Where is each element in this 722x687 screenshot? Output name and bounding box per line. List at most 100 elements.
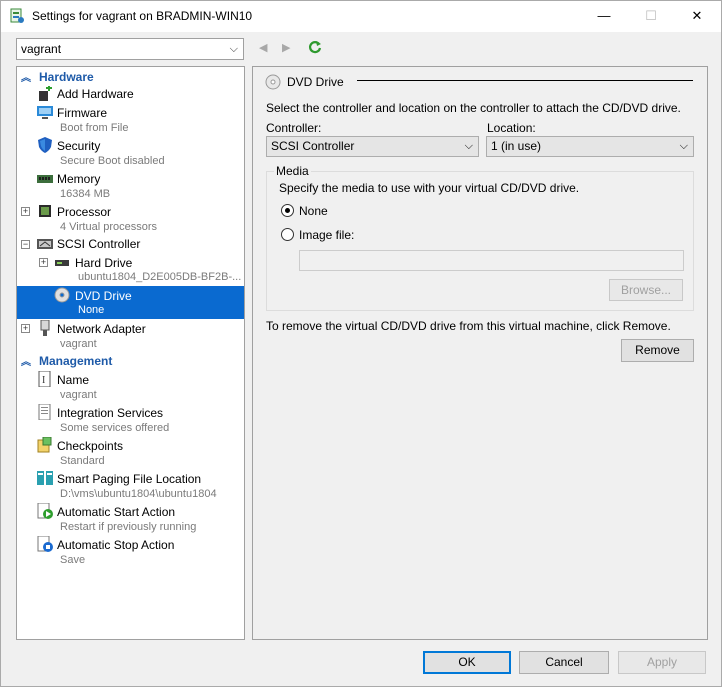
vm-selector-value: vagrant bbox=[21, 42, 62, 56]
add-hardware-icon bbox=[39, 86, 52, 101]
apply-button[interactable]: Apply bbox=[618, 651, 706, 674]
tree-item-label: DVD Drive bbox=[75, 289, 132, 303]
collapse-icon: ︽ bbox=[21, 73, 31, 84]
window-title: Settings for vagrant on BRADMIN-WIN10 bbox=[32, 9, 253, 23]
minimize-button[interactable]: — bbox=[581, 1, 627, 31]
details-panel: DVD Drive Select the controller and loca… bbox=[252, 66, 708, 640]
checkpoints-icon bbox=[37, 437, 52, 453]
tree-item-label: Name bbox=[57, 373, 90, 387]
automatic-start-icon bbox=[37, 503, 53, 519]
tree-item-add-hardware[interactable]: Add Hardware bbox=[17, 85, 244, 103]
tree-item-detail: Boot from File bbox=[60, 122, 129, 134]
chevron-down-icon: ⌵ bbox=[464, 140, 473, 152]
tree-item-label: Hard Drive bbox=[75, 256, 133, 270]
tree-item-smart-paging[interactable]: Smart Paging File Location D:\vms\ubuntu… bbox=[17, 469, 244, 502]
image-file-radio[interactable] bbox=[281, 228, 294, 241]
tree-item-processor[interactable]: + Processor 4 Virtual processors bbox=[17, 202, 244, 235]
tree-item-detail: None bbox=[78, 304, 105, 316]
remove-button[interactable]: Remove bbox=[621, 339, 694, 362]
hard-drive-icon bbox=[55, 260, 69, 266]
chevron-down-icon: ⌵ bbox=[229, 43, 238, 55]
smart-paging-icon bbox=[37, 471, 53, 485]
collapse-icon: ︽ bbox=[21, 357, 31, 368]
tree-item-label: Automatic Start Action bbox=[57, 505, 176, 519]
tree-item-label: Integration Services bbox=[57, 406, 164, 420]
tree-item-label: SCSI Controller bbox=[57, 237, 141, 251]
expand-icon[interactable]: + bbox=[21, 324, 30, 333]
tree-item-firmware[interactable]: Firmware Boot from File bbox=[17, 103, 244, 136]
close-button[interactable]: ✕ bbox=[674, 1, 720, 31]
tree-item-label: Add Hardware bbox=[57, 87, 134, 101]
tree-item-label: Firmware bbox=[57, 106, 107, 120]
tree-item-detail: 16384 MB bbox=[60, 188, 111, 200]
controller-dropdown[interactable]: SCSI Controller ⌵ bbox=[266, 136, 479, 157]
settings-tree: ︽ Hardware Add Hardware Firmware Boot fr… bbox=[16, 66, 245, 640]
hardware-section-header[interactable]: ︽ Hardware bbox=[17, 69, 244, 85]
tree-item-label: Security bbox=[57, 139, 101, 153]
details-title: DVD Drive bbox=[287, 75, 344, 89]
forward-arrow-icon[interactable]: ▶ bbox=[282, 41, 290, 54]
cancel-button[interactable]: Cancel bbox=[519, 651, 609, 674]
settings-window: Settings for vagrant on BRADMIN-WIN10 — … bbox=[0, 0, 722, 687]
ok-button[interactable]: OK bbox=[423, 651, 511, 674]
shield-icon bbox=[38, 137, 52, 153]
tree-item-automatic-stop-action[interactable]: Automatic Stop Action Save bbox=[17, 535, 244, 568]
tree-item-detail: Standard bbox=[60, 455, 105, 467]
management-header-label: Management bbox=[39, 354, 113, 368]
tree-item-detail: Restart if previously running bbox=[60, 521, 197, 533]
title-divider bbox=[357, 80, 693, 81]
browse-button[interactable]: Browse... bbox=[609, 279, 683, 301]
media-instructions-text: Specify the media to use with your virtu… bbox=[279, 181, 580, 195]
title-bar: Settings for vagrant on BRADMIN-WIN10 — … bbox=[1, 1, 721, 32]
location-value: 1 (in use) bbox=[491, 139, 542, 153]
tree-item-label: Checkpoints bbox=[57, 439, 124, 453]
processor-icon bbox=[39, 205, 51, 217]
tree-item-memory[interactable]: Memory 16384 MB bbox=[17, 169, 244, 202]
image-file-path-input[interactable] bbox=[299, 250, 684, 271]
back-arrow-icon[interactable]: ◀ bbox=[259, 41, 267, 54]
controller-value: SCSI Controller bbox=[271, 139, 355, 153]
chevron-down-icon: ⌵ bbox=[679, 140, 688, 152]
tree-item-label: Automatic Stop Action bbox=[57, 538, 175, 552]
dvd-drive-icon bbox=[54, 287, 70, 303]
svg-text:I: I bbox=[42, 375, 45, 386]
firmware-icon bbox=[37, 106, 53, 119]
integration-services-icon bbox=[38, 404, 51, 420]
expand-icon[interactable]: + bbox=[21, 207, 30, 216]
refresh-icon[interactable] bbox=[308, 40, 322, 54]
tree-item-automatic-start-action[interactable]: Automatic Start Action Restart if previo… bbox=[17, 502, 244, 535]
name-icon: I bbox=[38, 371, 51, 387]
tree-item-detail: Some services offered bbox=[60, 422, 170, 434]
image-file-radio-label[interactable]: Image file: bbox=[299, 228, 354, 242]
tree-item-detail: vagrant bbox=[60, 389, 97, 401]
tree-item-detail: Secure Boot disabled bbox=[60, 155, 165, 167]
management-section-header[interactable]: ︽ Management bbox=[17, 353, 244, 369]
tree-item-label: Network Adapter bbox=[57, 322, 146, 336]
none-radio[interactable] bbox=[281, 204, 294, 217]
tree-item-integration-services[interactable]: Integration Services Some services offer… bbox=[17, 403, 244, 436]
tree-item-detail: 4 Virtual processors bbox=[60, 221, 158, 233]
tree-item-dvd-drive[interactable]: DVD Drive None bbox=[17, 286, 244, 319]
location-dropdown[interactable]: 1 (in use) ⌵ bbox=[486, 136, 694, 157]
scsi-controller-icon bbox=[37, 239, 53, 249]
instructions-text: Select the controller and location on th… bbox=[266, 101, 681, 115]
none-radio-label[interactable]: None bbox=[299, 204, 328, 218]
vm-selector-dropdown[interactable]: vagrant ⌵ bbox=[16, 38, 244, 60]
expand-icon[interactable]: + bbox=[39, 258, 48, 267]
tree-item-detail: ubuntu1804_D2E005DB-BF2B-... bbox=[78, 271, 242, 283]
location-label: Location: bbox=[487, 121, 536, 135]
tree-item-network-adapter[interactable]: + Network Adapter vagrant bbox=[17, 319, 244, 352]
maximize-button[interactable]: ☐ bbox=[628, 1, 674, 31]
tree-item-label: Memory bbox=[57, 172, 101, 186]
controller-label: Controller: bbox=[266, 121, 322, 135]
tree-item-security[interactable]: Security Secure Boot disabled bbox=[17, 136, 244, 169]
tree-item-name[interactable]: I Name vagrant bbox=[17, 370, 244, 403]
tree-item-label: Processor bbox=[57, 205, 112, 219]
tree-item-detail: vagrant bbox=[60, 338, 97, 350]
tree-item-scsi-controller[interactable]: − SCSI Controller bbox=[17, 235, 244, 253]
memory-icon bbox=[37, 175, 53, 183]
tree-item-checkpoints[interactable]: Checkpoints Standard bbox=[17, 436, 244, 469]
tree-item-hard-drive[interactable]: + Hard Drive ubuntu1804_D2E005DB-BF2B-..… bbox=[17, 253, 244, 286]
tree-item-detail: D:\vms\ubuntu1804\ubuntu1804 bbox=[60, 488, 217, 500]
collapse-icon[interactable]: − bbox=[21, 240, 30, 249]
